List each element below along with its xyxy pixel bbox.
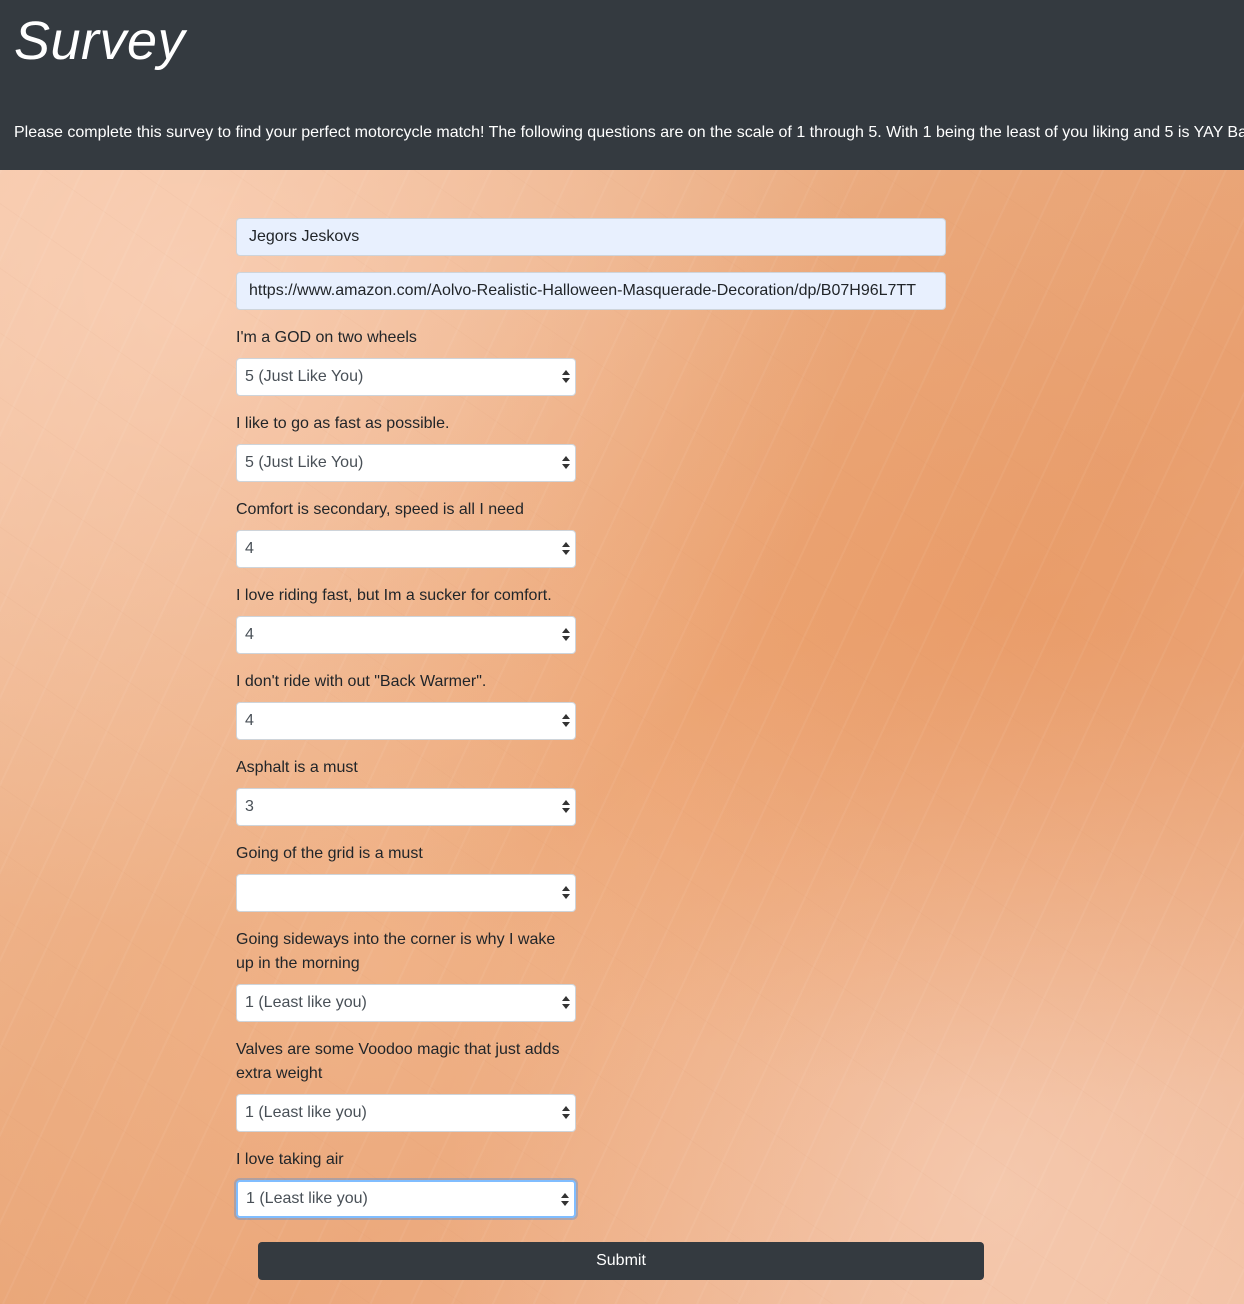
question-5: I don't ride with out "Back Warmer". 4 <box>236 670 946 740</box>
select-value: 1 (Least like you) <box>245 1104 367 1121</box>
question-3: Comfort is secondary, speed is all I nee… <box>236 498 946 568</box>
select-value: 5 (Just Like You) <box>245 454 364 471</box>
photo-url-input[interactable]: https://www.amazon.com/Aolvo-Realistic-H… <box>236 272 946 310</box>
question-label: I love riding fast, but Im a sucker for … <box>236 587 552 604</box>
question-select[interactable]: 5 (Just Like You) <box>236 444 576 482</box>
select-value: 1 (Least like you) <box>246 1190 368 1207</box>
question-select[interactable]: 4 <box>236 616 576 654</box>
question-select[interactable]: 4 <box>236 702 576 740</box>
question-label: Going sideways into the corner is why I … <box>236 931 556 972</box>
question-select[interactable]: 1 (Least like you) <box>236 1180 576 1218</box>
question-label: I'm a GOD on two wheels <box>236 329 417 346</box>
question-select[interactable]: 1 (Least like you) <box>236 1094 576 1132</box>
question-7: Going of the grid is a must <box>236 842 946 912</box>
page-description: Please complete this survey to find your… <box>14 124 1244 141</box>
question-8: Going sideways into the corner is why I … <box>236 928 946 1022</box>
question-select[interactable]: 5 (Just Like You) <box>236 358 576 396</box>
question-10: I love taking air 1 (Least like you) <box>236 1148 946 1218</box>
name-input[interactable]: Jegors Jeskovs <box>236 218 946 256</box>
select-arrows-icon <box>561 712 571 730</box>
question-select[interactable]: 4 <box>236 530 576 568</box>
question-select[interactable]: 3 <box>236 788 576 826</box>
question-6: Asphalt is a must 3 <box>236 756 946 826</box>
question-9: Valves are some Voodoo magic that just a… <box>236 1038 946 1132</box>
select-value: 1 (Least like you) <box>245 994 367 1011</box>
question-label: I like to go as fast as possible. <box>236 415 450 432</box>
select-arrows-icon <box>561 454 571 472</box>
select-value: 4 <box>245 626 254 643</box>
select-value: 4 <box>245 712 254 729</box>
submit-button[interactable]: Submit <box>258 1242 984 1280</box>
question-label: Comfort is secondary, speed is all I nee… <box>236 501 524 518</box>
page-header: Survey Please complete this survey to fi… <box>0 0 1244 170</box>
question-label: I don't ride with out "Back Warmer". <box>236 673 487 690</box>
question-4: I love riding fast, but Im a sucker for … <box>236 584 946 654</box>
question-1: I'm a GOD on two wheels 5 (Just Like You… <box>236 326 946 396</box>
select-arrows-icon <box>561 798 571 816</box>
question-label: I love taking air <box>236 1151 344 1168</box>
select-value: 5 (Just Like You) <box>245 368 364 385</box>
select-arrows-icon <box>561 1104 571 1122</box>
select-arrows-icon <box>561 994 571 1012</box>
question-select[interactable]: 1 (Least like you) <box>236 984 576 1022</box>
select-arrows-icon <box>561 540 571 558</box>
select-value: 3 <box>245 798 254 815</box>
question-label: Valves are some Voodoo magic that just a… <box>236 1041 560 1082</box>
select-value: 4 <box>245 540 254 557</box>
survey-form: Jegors Jeskovs https://www.amazon.com/Ao… <box>236 218 946 1234</box>
select-arrows-icon <box>561 626 571 644</box>
page-title: Survey <box>14 11 186 71</box>
question-label: Asphalt is a must <box>236 759 358 776</box>
question-label: Going of the grid is a must <box>236 845 423 862</box>
select-arrows-icon <box>561 884 571 902</box>
select-arrows-icon <box>560 1191 570 1209</box>
select-arrows-icon <box>561 368 571 386</box>
question-select[interactable] <box>236 874 576 912</box>
question-2: I like to go as fast as possible. 5 (Jus… <box>236 412 946 482</box>
